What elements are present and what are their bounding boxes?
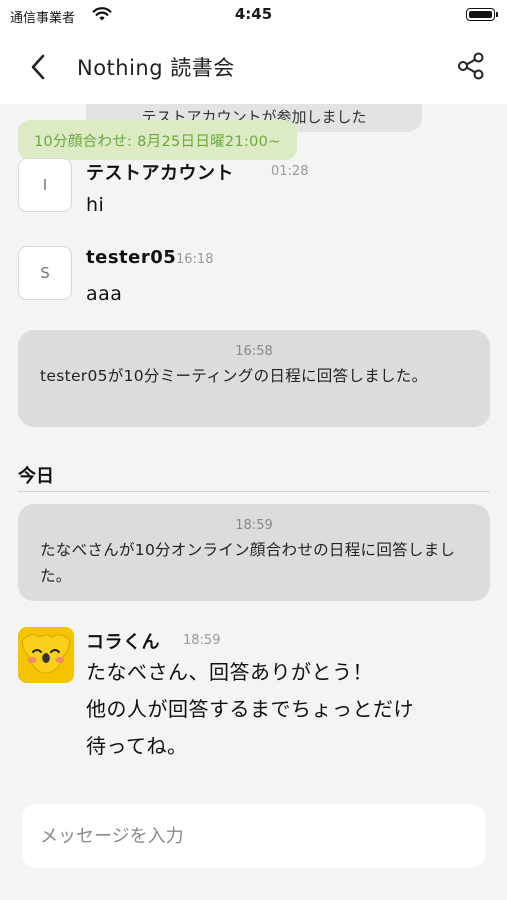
bot-message-line: たなべさん、回答ありがとう！ — [86, 660, 373, 684]
battery-icon — [466, 8, 495, 21]
date-separator: 今日 — [18, 466, 54, 487]
avatar-initial: I — [42, 176, 48, 194]
sender-name: コラくん — [86, 632, 160, 653]
chevron-left-icon — [22, 54, 56, 88]
bot-message-text: たなべさん、回答ありがとう！ 他の人が回答するまでちょっとだけ 待ってね。 — [86, 654, 486, 765]
sender-name: tester05 — [86, 247, 177, 268]
composer — [0, 794, 507, 900]
message-text: hi — [86, 194, 105, 216]
battery-tip — [496, 12, 498, 17]
system-message-time: 18:59 — [235, 518, 273, 533]
system-message-text: tester05が10分ミーティングの日程に回答しました。 — [40, 367, 428, 385]
back-button[interactable] — [22, 50, 56, 84]
clock: 4:45 — [234, 5, 273, 23]
system-message: 16:58 tester05が10分ミーティングの日程に回答しました。 — [18, 330, 490, 427]
sender-name: テストアカウント — [86, 163, 234, 184]
avatar[interactable]: S — [18, 246, 72, 300]
bot-message-line: 待ってね。 — [86, 734, 188, 758]
system-message-text: たなべさんが10分オンライン顔合わせの日程に回答しました。 — [40, 541, 456, 585]
system-message: 18:59 たなべさんが10分オンライン顔合わせの日程に回答しました。 — [18, 504, 490, 601]
nav-bar: Nothing 読書会 — [0, 32, 507, 104]
chat-area[interactable]: テストアカウントが参加しました 10分顔合わせ: 8月25日日曜21:00~ I… — [0, 104, 507, 794]
koala-avatar[interactable] — [18, 627, 74, 683]
avatar[interactable]: I — [18, 158, 72, 212]
message-time: 01:28 — [271, 164, 309, 179]
system-message-time: 16:58 — [235, 344, 273, 359]
pinned-event-text: 10分顔合わせ: 8月25日日曜21:00~ — [34, 133, 281, 150]
pinned-event-banner[interactable]: 10分顔合わせ: 8月25日日曜21:00~ — [18, 120, 297, 160]
status-bar: 通信事業者 4:45 — [0, 0, 507, 32]
bot-message-line: 他の人が回答するまでちょっとだけ — [86, 697, 414, 721]
date-divider — [18, 491, 490, 492]
avatar-initial: S — [40, 264, 50, 282]
message-time: 18:59 — [183, 633, 221, 648]
message-time: 16:18 — [176, 252, 214, 267]
message-text: aaa — [86, 283, 123, 305]
page-title: Nothing 読書会 — [77, 56, 235, 80]
koala-icon — [18, 627, 74, 683]
share-button[interactable] — [455, 50, 487, 82]
message-input[interactable] — [22, 804, 485, 868]
share-icon — [455, 52, 487, 86]
